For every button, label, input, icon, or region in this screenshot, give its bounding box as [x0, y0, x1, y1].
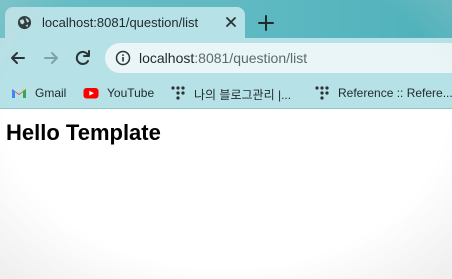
- browser-chrome: localhost:8081/question/list localhost:8…: [0, 0, 452, 108]
- bookmark-label: YouTube: [107, 86, 155, 100]
- new-tab-plus-icon[interactable]: [256, 13, 276, 33]
- active-tab[interactable]: localhost:8081/question/list: [5, 7, 245, 38]
- bookmark-label: Gmail: [35, 86, 67, 100]
- page-content: Hello Template: [0, 109, 452, 279]
- close-icon[interactable]: [224, 15, 238, 29]
- gmail-icon: [12, 89, 26, 98]
- browser-toolbar: localhost:8081/question/list: [0, 38, 452, 78]
- tab-title: localhost:8081/question/list: [42, 15, 199, 30]
- address-bar[interactable]: localhost:8081/question/list: [105, 43, 452, 73]
- globe-icon: [17, 15, 32, 30]
- tab-strip: localhost:8081/question/list: [0, 0, 452, 38]
- tistory-icon: [171, 86, 185, 100]
- youtube-icon: [83, 88, 99, 99]
- forward-arrow-icon[interactable]: [41, 48, 61, 68]
- tistory-icon: [315, 86, 329, 100]
- url-text[interactable]: localhost:8081/question/list: [139, 50, 307, 66]
- page-heading: Hello Template: [6, 120, 161, 145]
- reload-icon[interactable]: [73, 48, 93, 68]
- bookmark-label: 나의 블로그관리 |...: [194, 88, 292, 102]
- url-host: localhost: [139, 50, 195, 66]
- bookmarks-bar: Gmail YouTube 나의 블로그관리 |... Reference ::…: [0, 78, 452, 108]
- info-icon[interactable]: [115, 50, 131, 66]
- bookmark-label: Reference :: Refere...: [338, 86, 452, 100]
- back-arrow-icon[interactable]: [8, 48, 28, 68]
- url-path: :8081/question/list: [194, 50, 308, 66]
